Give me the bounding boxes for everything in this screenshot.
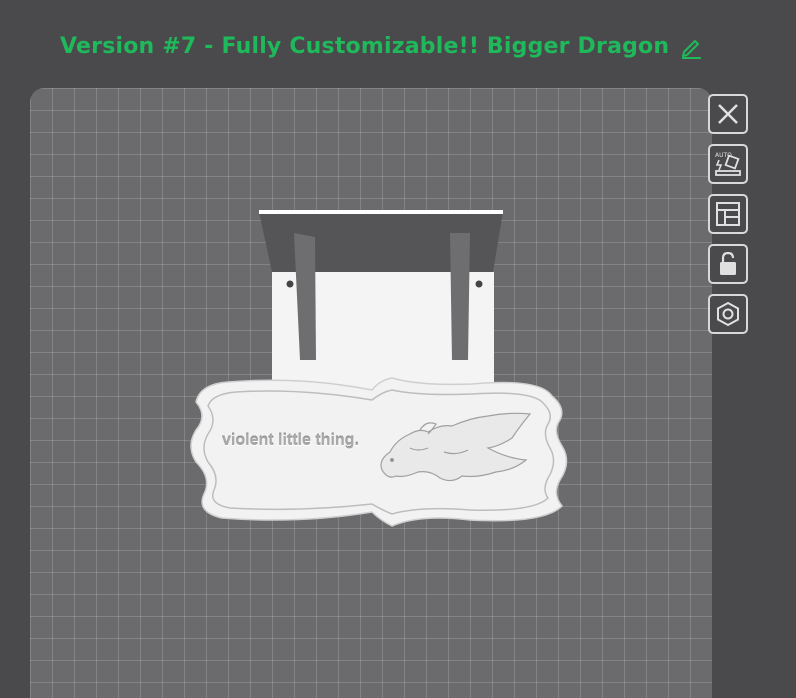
- hex-nut-icon: [717, 301, 739, 327]
- sign-plate: [190, 377, 568, 527]
- right-bracket: [450, 233, 470, 360]
- auto-arrange-button[interactable]: AUTO: [708, 144, 748, 184]
- layout-icon: [716, 202, 740, 226]
- settings-button[interactable]: [708, 294, 748, 334]
- right-toolbar: AUTO: [706, 94, 752, 334]
- unlock-icon: [720, 251, 736, 275]
- close-icon: [718, 104, 738, 124]
- auto-arrange-icon: AUTO: [715, 152, 741, 176]
- unlock-button[interactable]: [708, 244, 748, 284]
- close-button[interactable]: [708, 94, 748, 134]
- sign-text: violent little thing.: [222, 432, 359, 449]
- left-screw-hole: [286, 280, 294, 288]
- right-screw-hole: [475, 280, 483, 288]
- model-preview[interactable]: [0, 0, 796, 681]
- layout-button[interactable]: [708, 194, 748, 234]
